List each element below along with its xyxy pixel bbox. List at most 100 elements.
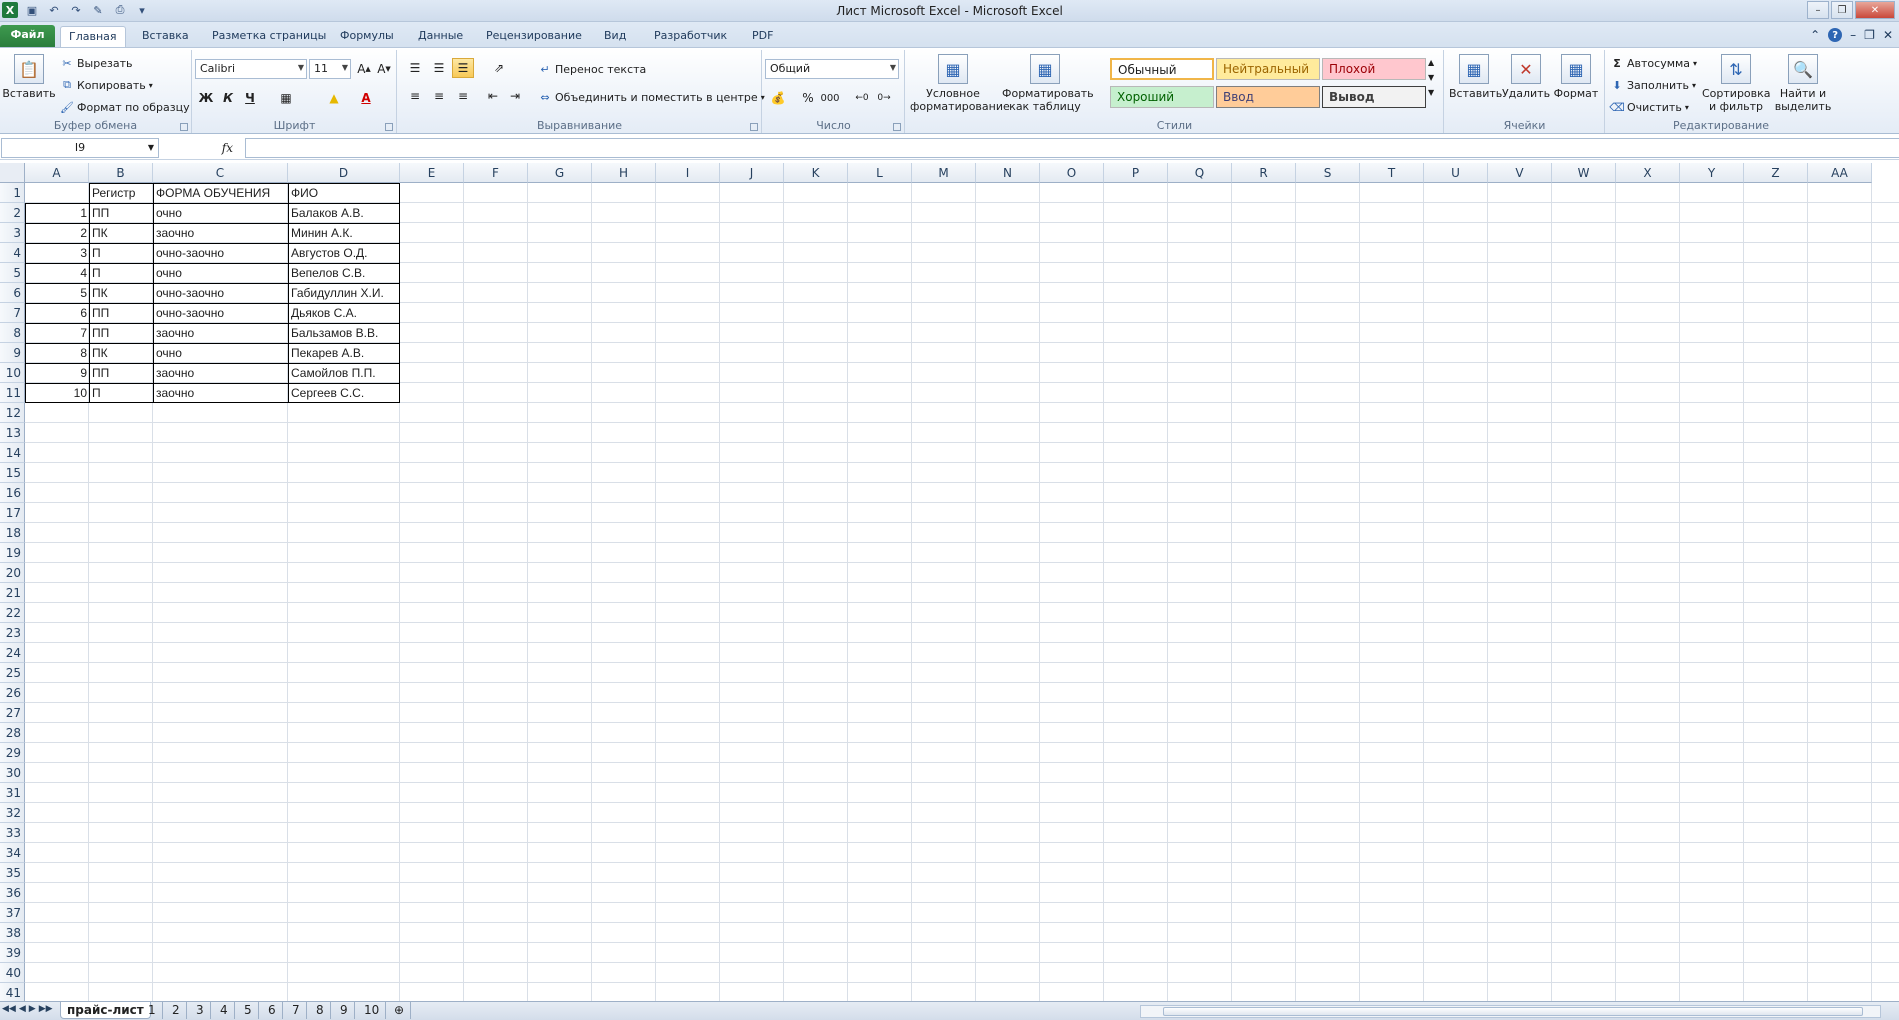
row-header[interactable]: 17 <box>0 503 25 523</box>
row-header[interactable]: 4 <box>0 243 25 263</box>
dialog-launcher-icon[interactable] <box>180 123 188 131</box>
column-header-a[interactable]: A <box>25 163 89 183</box>
merge-center-button[interactable]: ⇔ Объединить и поместить в центре ▾ <box>538 90 764 104</box>
row-header[interactable]: 20 <box>0 563 25 583</box>
column-header-q[interactable]: Q <box>1168 163 1232 183</box>
horizontal-scrollbar[interactable] <box>1140 1005 1881 1018</box>
font-name-combo[interactable]: Calibri ▼ <box>195 59 307 79</box>
column-header-p[interactable]: P <box>1104 163 1168 183</box>
cut-button[interactable]: ✂ Вырезать <box>60 56 132 70</box>
tab-data[interactable]: Данные <box>410 26 471 47</box>
style-bad[interactable]: Плохой <box>1322 58 1426 80</box>
sheet-tab[interactable]: 7 <box>286 1002 307 1019</box>
column-header-x[interactable]: X <box>1616 163 1680 183</box>
row-header[interactable]: 28 <box>0 723 25 743</box>
tab-insert[interactable]: Вставка <box>134 26 197 47</box>
row-header[interactable]: 6 <box>0 283 25 303</box>
column-header-n[interactable]: N <box>976 163 1040 183</box>
column-header-f[interactable]: F <box>464 163 528 183</box>
font-size-combo[interactable]: 11 ▼ <box>309 59 351 79</box>
style-neutral[interactable]: Нейтральный <box>1216 58 1320 80</box>
row-header[interactable]: 10 <box>0 363 25 383</box>
minimize-button[interactable]: – <box>1807 1 1829 19</box>
style-output[interactable]: Вывод <box>1322 86 1426 108</box>
column-header-t[interactable]: T <box>1360 163 1424 183</box>
font-color-icon[interactable]: A <box>355 88 377 108</box>
row-header[interactable]: 25 <box>0 663 25 683</box>
restore-button[interactable]: ❐ <box>1831 1 1853 19</box>
scrollbar-thumb[interactable] <box>1163 1007 1863 1016</box>
row-header[interactable]: 29 <box>0 743 25 763</box>
next-sheet-icon[interactable]: ▶ <box>29 1004 36 1014</box>
row-header[interactable]: 40 <box>0 963 25 983</box>
row-header[interactable]: 22 <box>0 603 25 623</box>
row-header[interactable]: 7 <box>0 303 25 323</box>
chevron-down-icon[interactable]: ▼ <box>1428 73 1434 82</box>
row-header[interactable]: 21 <box>0 583 25 603</box>
grow-font-icon[interactable]: A ▲ <box>353 59 375 79</box>
increase-indent-icon[interactable]: ⇥ <box>504 86 526 106</box>
tab-pdf[interactable]: PDF <box>744 26 781 47</box>
column-header-u[interactable]: U <box>1424 163 1488 183</box>
bold-button[interactable]: Ж <box>195 88 217 108</box>
clear-button[interactable]: ⌫ Очистить ▾ <box>1609 100 1689 114</box>
sort-filter-button[interactable]: ⇅ Сортировка и фильтр <box>1702 54 1771 113</box>
tab-page-layout[interactable]: Разметка страницы <box>204 26 334 47</box>
column-header-e[interactable]: E <box>400 163 464 183</box>
sheet-tab[interactable]: 5 <box>238 1002 259 1019</box>
column-header-c[interactable]: C <box>153 163 288 183</box>
column-header-j[interactable]: J <box>720 163 784 183</box>
more-styles-icon[interactable]: ▼ <box>1428 88 1434 97</box>
fill-color-icon[interactable]: ▲ <box>323 88 345 108</box>
row-header[interactable]: 11 <box>0 383 25 403</box>
tab-home[interactable]: Главная <box>60 26 126 47</box>
thousands-button[interactable]: 000 <box>819 88 841 108</box>
last-sheet-icon[interactable]: ▶▶ <box>39 1004 53 1014</box>
row-header[interactable]: 32 <box>0 803 25 823</box>
dialog-launcher-icon[interactable] <box>750 123 758 131</box>
column-header-b[interactable]: B <box>89 163 153 183</box>
column-header-g[interactable]: G <box>528 163 592 183</box>
format-cells-button[interactable]: ▦ Формат <box>1551 54 1601 100</box>
sheet-tab[interactable]: 1 <box>142 1002 163 1019</box>
format-painter-button[interactable]: 🖌 Формат по образцу <box>60 100 190 114</box>
autosum-button[interactable]: Σ Автосумма ▾ <box>1610 56 1697 70</box>
column-header-m[interactable]: M <box>912 163 976 183</box>
minimize-ribbon-icon[interactable]: ⌃ <box>1810 28 1820 42</box>
tab-file[interactable]: Файл <box>0 25 55 47</box>
tab-formulas[interactable]: Формулы <box>332 26 402 47</box>
align-middle-icon[interactable]: ☰ <box>428 58 450 78</box>
style-good[interactable]: Хороший <box>1110 86 1214 108</box>
align-top-icon[interactable]: ☰ <box>404 58 426 78</box>
row-header[interactable]: 41 <box>0 983 25 1001</box>
column-header-z[interactable]: Z <box>1744 163 1808 183</box>
column-header-w[interactable]: W <box>1552 163 1616 183</box>
column-header-s[interactable]: S <box>1296 163 1360 183</box>
dialog-launcher-icon[interactable] <box>385 123 393 131</box>
number-format-combo[interactable]: Общий ▼ <box>765 59 899 79</box>
row-header[interactable]: 38 <box>0 923 25 943</box>
worksheet-grid[interactable]: A B C D E F G H I J K L M N O P Q R S T U V W X Y Z AA 1 2 3 4 5 6 7 8 9 10… <box>0 163 1899 1001</box>
row-header[interactable]: 27 <box>0 703 25 723</box>
row-header[interactable]: 24 <box>0 643 25 663</box>
sheet-tab[interactable]: 2 <box>166 1002 187 1019</box>
percent-button[interactable]: % <box>797 88 819 108</box>
italic-button[interactable]: К <box>217 88 239 108</box>
sheet-tab[interactable]: 10 <box>358 1002 387 1019</box>
align-right-icon[interactable]: ≡ <box>452 86 474 106</box>
row-header[interactable]: 18 <box>0 523 25 543</box>
column-header-k[interactable]: K <box>784 163 848 183</box>
row-header[interactable]: 8 <box>0 323 25 343</box>
row-header[interactable]: 34 <box>0 843 25 863</box>
delete-cells-button[interactable]: ✕ Удалить <box>1501 54 1551 100</box>
insert-cells-button[interactable]: ▦ Вставить <box>1449 54 1502 100</box>
tab-view[interactable]: Вид <box>596 26 634 47</box>
paste-button[interactable]: 📋 Вставить <box>2 54 56 100</box>
column-header-aa[interactable]: AA <box>1808 163 1872 183</box>
insert-sheet-icon[interactable]: ⊕ <box>388 1002 412 1019</box>
tab-developer[interactable]: Разработчик <box>646 26 735 47</box>
tab-review[interactable]: Рецензирование <box>478 26 590 47</box>
decrease-indent-icon[interactable]: ⇤ <box>482 86 504 106</box>
sheet-tab[interactable]: 4 <box>214 1002 235 1019</box>
align-center-icon[interactable]: ≡ <box>428 86 450 106</box>
